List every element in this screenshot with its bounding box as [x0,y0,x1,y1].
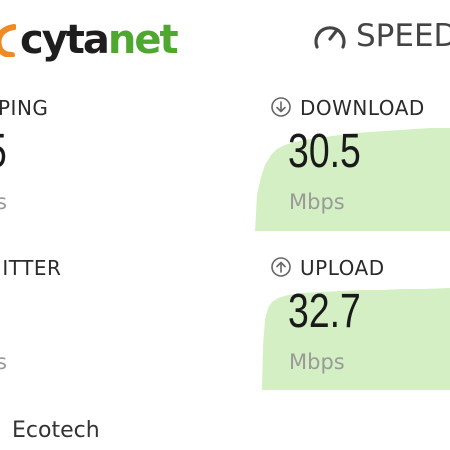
arrow-down-circle-icon [270,96,292,122]
logo-text: cytanet [20,17,179,63]
cytanet-logo: cytanet [0,10,179,70]
download-label: DOWNLOAD [300,96,425,120]
jitter-label: JITTER [0,256,62,280]
logo-text-net: net [107,17,179,63]
download-value: 30.5 [288,125,361,178]
ping-value: 5 [0,128,7,176]
provider-name: Ecotech [12,418,100,443]
speedometer-icon [314,26,346,49]
logo-text-cyta: cyta [20,17,110,63]
speed-title: SPEED [312,18,450,54]
ping-label: PING [0,96,49,120]
logo-mark-icon [0,23,17,58]
upload-unit: Mbps [289,350,345,374]
upload-value: 32.7 [288,285,361,338]
ping-unit: s [0,190,7,214]
speed-title-text: SPEED [356,18,450,54]
upload-label: UPLOAD [300,256,385,280]
arrow-up-circle-icon [270,256,292,282]
download-unit: Mbps [289,190,345,214]
jitter-unit: s [0,350,7,374]
